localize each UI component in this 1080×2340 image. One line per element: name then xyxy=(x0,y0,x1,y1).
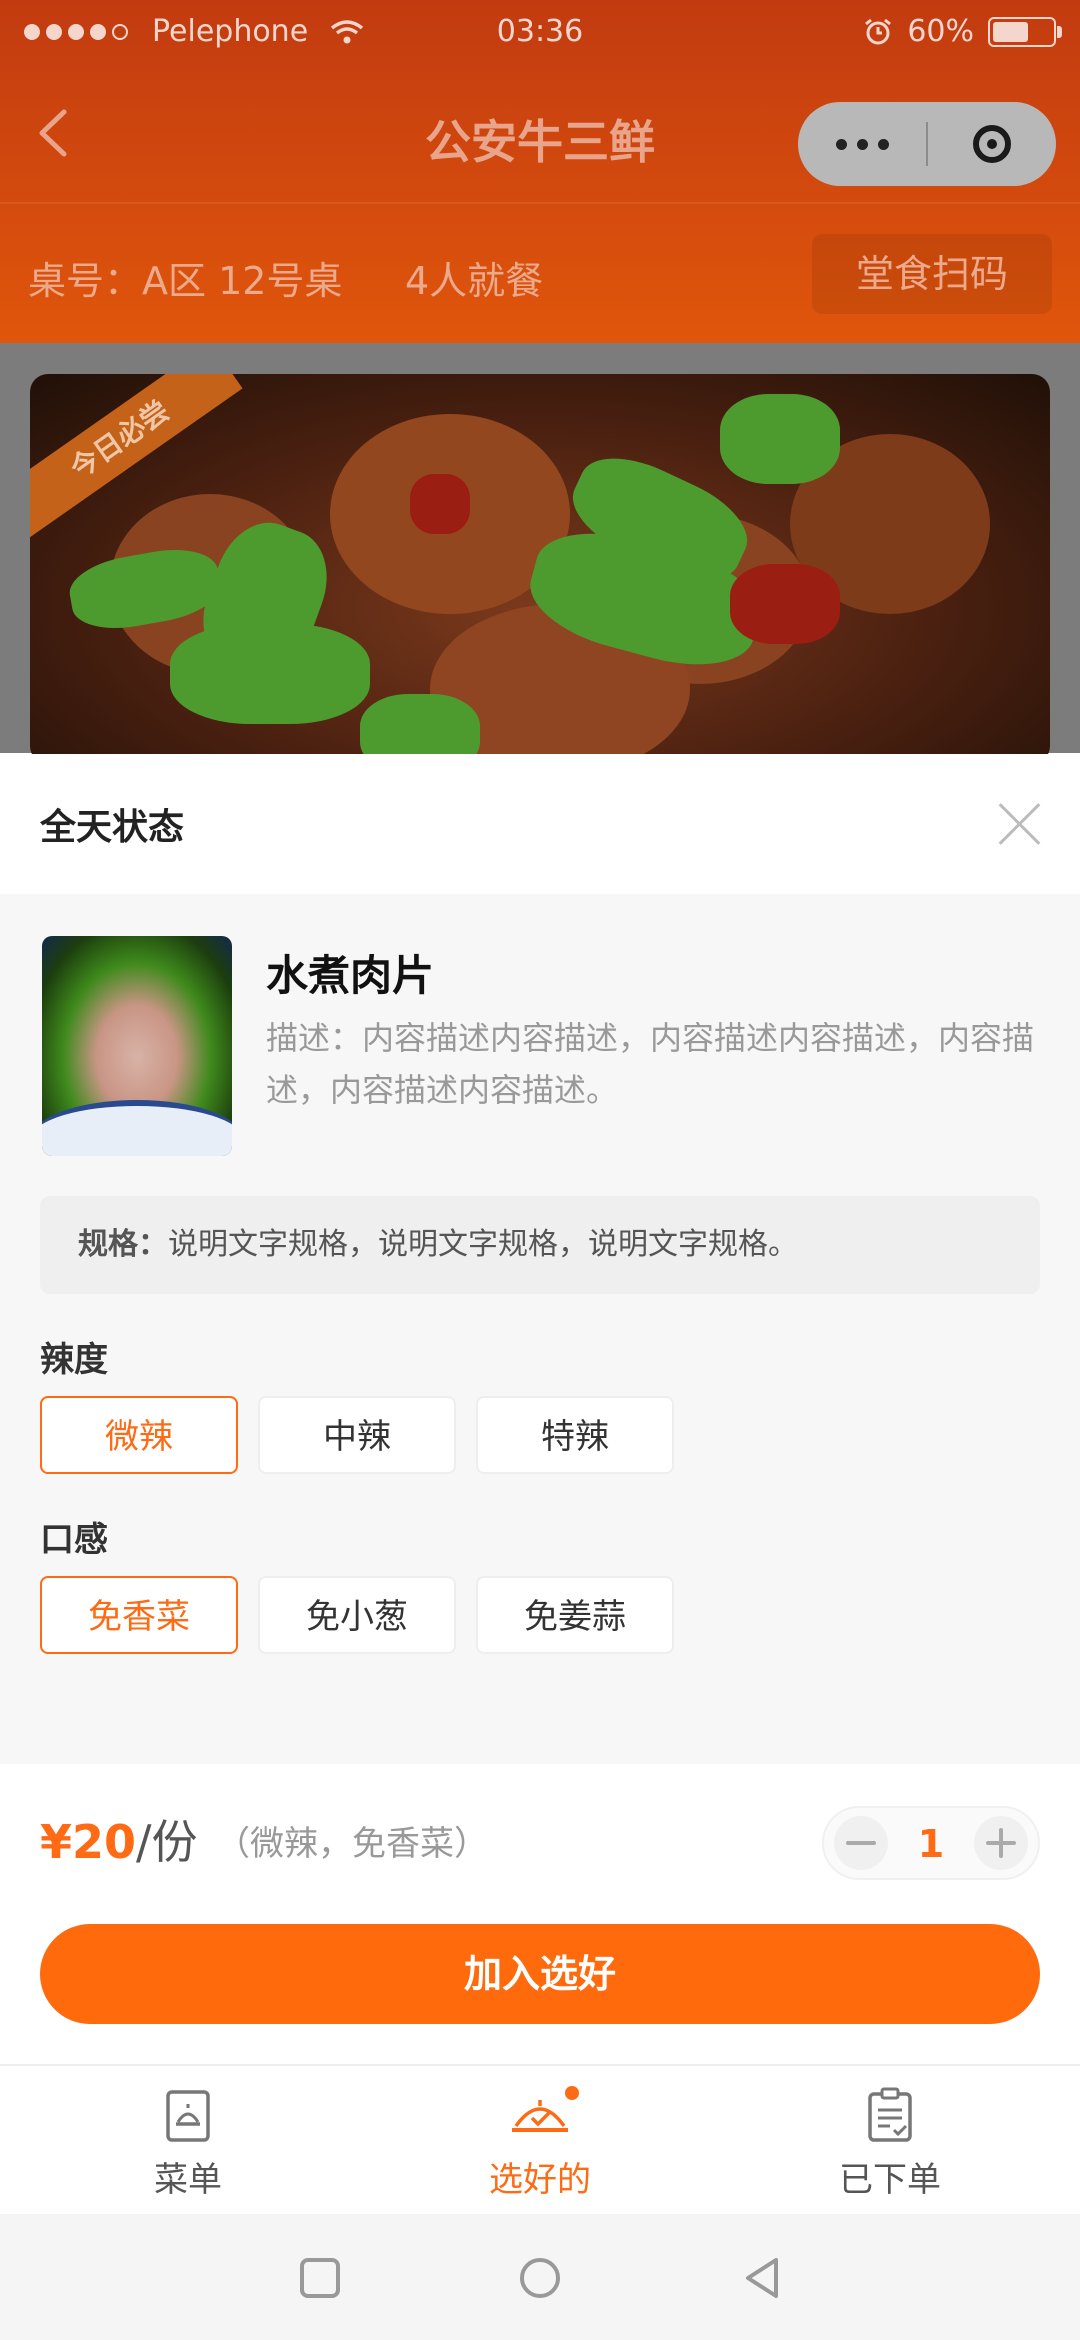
texture-options: 免香菜 免小葱 免姜蒜 xyxy=(40,1576,674,1654)
tab-selected[interactable]: 选好的 xyxy=(410,2066,670,2216)
spice-option-hot[interactable]: 特辣 xyxy=(476,1396,674,1474)
back-triangle-icon[interactable] xyxy=(740,2256,784,2300)
battery-icon xyxy=(988,16,1062,47)
dine-in-scan-button[interactable]: 堂食扫码 xyxy=(812,234,1052,314)
diner-count: 4人就餐 xyxy=(405,259,544,303)
spice-option-mild[interactable]: 微辣 xyxy=(40,1396,238,1474)
dish-options-sheet: 全天状态 水煮肉片 描述：内容描述内容描述，内容描述内容描述，内容描述，内容描述… xyxy=(0,754,1080,2064)
battery-percent: 60% xyxy=(907,14,974,49)
alarm-icon xyxy=(865,18,892,44)
bowl-rim xyxy=(42,1100,232,1156)
tab-label: 已下单 xyxy=(839,2160,941,2200)
status-bar: Pelephone 03:36 60% xyxy=(0,0,1080,66)
mini-program-capsule xyxy=(798,102,1056,186)
system-nav-bar xyxy=(0,2214,1080,2340)
texture-option-no-cilantro[interactable]: 免香菜 xyxy=(40,1576,238,1654)
home-icon[interactable] xyxy=(518,2256,562,2300)
selected-options-note: （微辣，免香菜） xyxy=(216,1824,488,1864)
tab-label: 选好的 xyxy=(489,2160,591,2200)
header-area: Pelephone 03:36 60% 公安牛三鲜 桌号：A区 12号桌 4人就… xyxy=(0,0,1080,343)
sheet-header: 全天状态 xyxy=(0,754,1080,894)
close-icon[interactable] xyxy=(996,800,1044,848)
featured-dish-image: 今日必尝 xyxy=(30,374,1050,764)
sheet-title: 全天状态 xyxy=(40,807,185,848)
tab-bar: 菜单 选好的 已下单 xyxy=(0,2064,1080,2216)
spice-options: 微辣 中辣 特辣 xyxy=(40,1396,674,1474)
texture-option-no-scallion[interactable]: 免小葱 xyxy=(258,1576,456,1654)
notification-dot xyxy=(565,2086,579,2100)
dish-thumbnail xyxy=(42,936,232,1156)
spice-option-medium[interactable]: 中辣 xyxy=(258,1396,456,1474)
plus-icon[interactable] xyxy=(974,1816,1028,1870)
quantity-stepper: 1 xyxy=(822,1806,1040,1880)
price-amount: ¥20 xyxy=(40,1815,137,1869)
menu-icon xyxy=(166,2090,210,2142)
tab-menu[interactable]: 菜单 xyxy=(58,2066,318,2216)
close-program-button[interactable] xyxy=(928,125,1056,163)
texture-label: 口感 xyxy=(40,1520,108,1560)
spec-label: 规格： xyxy=(78,1227,168,1262)
more-dots-icon xyxy=(835,138,847,150)
battery-fill xyxy=(993,21,1028,42)
spice-label: 辣度 xyxy=(40,1340,108,1380)
nav-bar: 公安牛三鲜 xyxy=(0,66,1080,202)
recent-apps-icon[interactable] xyxy=(298,2256,342,2300)
texture-option-no-ginger-garlic[interactable]: 免姜蒜 xyxy=(476,1576,674,1654)
dish-name: 水煮肉片 xyxy=(266,951,435,1000)
price: ¥20/份 xyxy=(40,1806,198,1872)
table-number: 桌号：A区 12号桌 xyxy=(28,259,343,303)
clipboard-icon xyxy=(868,2087,912,2142)
cloche-icon xyxy=(512,2100,568,2132)
add-to-selection-button[interactable]: 加入选好 xyxy=(40,1924,1040,2024)
tab-ordered[interactable]: 已下单 xyxy=(760,2066,1020,2216)
spec-box: 规格：说明文字规格，说明文字规格，说明文字规格。 xyxy=(40,1196,1040,1294)
price-unit: /份 xyxy=(136,1815,198,1869)
tab-label: 菜单 xyxy=(154,2160,222,2200)
price-row: ¥20/份 （微辣，免香菜） 1 xyxy=(0,1764,1080,1904)
spec-text: 说明文字规格，说明文字规格，说明文字规格。 xyxy=(168,1227,798,1262)
sheet-body: 水煮肉片 描述：内容描述内容描述，内容描述内容描述，内容描述，内容描述内容描述。… xyxy=(0,894,1080,1764)
target-icon xyxy=(973,125,1011,163)
more-menu-button[interactable] xyxy=(798,138,926,150)
dish-description: 描述：内容描述内容描述，内容描述内容描述，内容描述，内容描述内容描述。 xyxy=(266,1019,1035,1109)
table-info-bar: 桌号：A区 12号桌 4人就餐 堂食扫码 xyxy=(0,202,1080,345)
